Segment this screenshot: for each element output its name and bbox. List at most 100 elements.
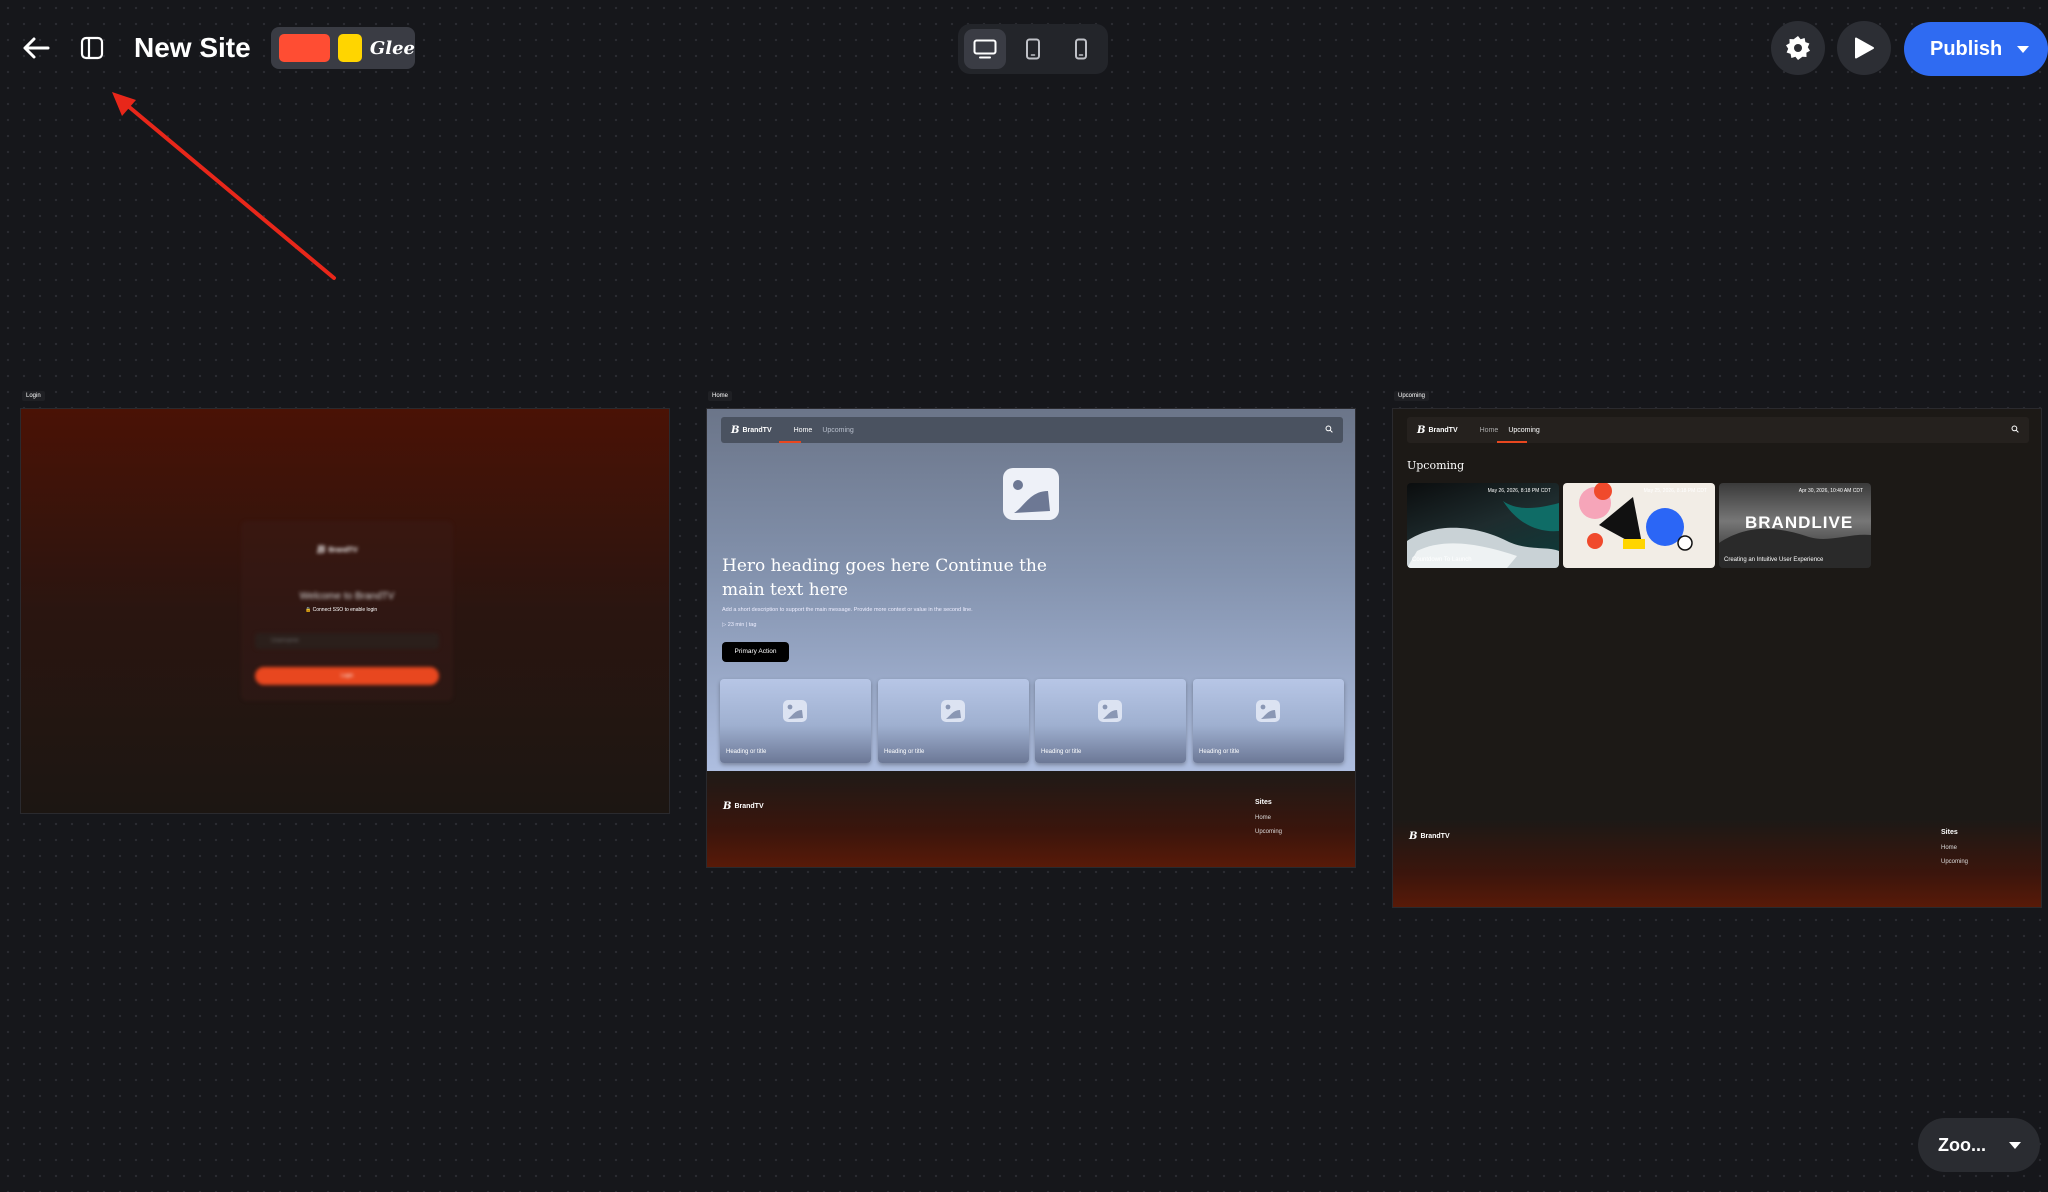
secondary-color-swatch bbox=[337, 34, 362, 62]
home-brand-logo[interactable]: B BrandTV bbox=[731, 425, 772, 436]
image-placeholder-icon bbox=[1256, 700, 1280, 722]
theme-picker[interactable]: Glee bbox=[271, 27, 415, 69]
home-page-frame[interactable]: B BrandTV Home Upcoming Hero heading goe… bbox=[706, 408, 1356, 868]
home-nav-active-underline bbox=[779, 441, 801, 443]
primary-color-swatch bbox=[279, 34, 330, 62]
home-nav-item-home[interactable]: Home bbox=[794, 427, 813, 434]
event-date: Apr 30, 2026, 10:40 AM CDT bbox=[1798, 488, 1863, 494]
login-welcome-text: Welcome to BrandTV bbox=[299, 591, 395, 602]
login-brand-text: BrandTV bbox=[328, 547, 358, 554]
home-footer: B BrandTV Sites Home Upcoming bbox=[707, 771, 1355, 867]
content-card[interactable]: Heading or title bbox=[720, 679, 871, 763]
zoom-dropdown[interactable]: Zoo... bbox=[1918, 1118, 2040, 1172]
chevron-down-icon[interactable] bbox=[2016, 45, 2030, 54]
back-button[interactable] bbox=[16, 28, 56, 68]
upcoming-nav-item-upcoming[interactable]: Upcoming bbox=[1508, 427, 1540, 434]
arrow-left-icon bbox=[23, 37, 50, 59]
home-brand-text: BrandTV bbox=[742, 426, 772, 434]
content-card[interactable]: Heading or title bbox=[1035, 679, 1186, 763]
preview-button[interactable] bbox=[1837, 21, 1891, 75]
device-preview-switch bbox=[958, 24, 1108, 74]
upcoming-footer: B BrandTV Sites Home Upcoming bbox=[1393, 819, 2041, 907]
publish-label: Publish bbox=[1930, 37, 2003, 60]
upcoming-nav-item-home[interactable]: Home bbox=[1480, 427, 1499, 434]
card-title: Heading or title bbox=[1199, 749, 1240, 755]
play-icon bbox=[1855, 37, 1874, 59]
card-title: Heading or title bbox=[884, 749, 925, 755]
brand-b-mark: B bbox=[731, 424, 740, 436]
event-title: Creating an Intuitive User Experience bbox=[1724, 557, 1824, 563]
mobile-view-button[interactable] bbox=[1060, 29, 1102, 69]
event-image-text: BRANDLIVE bbox=[1745, 513, 1854, 532]
theme-font-name: Glee bbox=[369, 37, 415, 59]
event-date: May 25, 2026, 8:18 PM CDT bbox=[1643, 488, 1707, 494]
footer-sites-heading: Sites bbox=[1941, 829, 1958, 836]
footer-link-home[interactable]: Home bbox=[1941, 845, 1957, 851]
content-card[interactable]: Heading or title bbox=[878, 679, 1029, 763]
site-title[interactable]: New Site bbox=[134, 32, 251, 64]
settings-button[interactable] bbox=[1771, 21, 1825, 75]
brand-b-mark: B bbox=[317, 545, 326, 556]
footer-brand-text: BrandTV bbox=[734, 803, 764, 810]
event-card[interactable]: May 26, 2026, 8:18 PM CDT Countdown To L… bbox=[1407, 483, 1559, 568]
upcoming-brand-text: BrandTV bbox=[1428, 426, 1458, 434]
footer-link-upcoming[interactable]: Upcoming bbox=[1941, 859, 1968, 865]
frame-label-login[interactable]: Login bbox=[22, 391, 45, 401]
hero-image-placeholder-icon bbox=[1003, 468, 1059, 520]
publish-button[interactable]: Publish bbox=[1904, 22, 2048, 76]
image-placeholder-icon bbox=[783, 700, 807, 722]
desktop-icon bbox=[973, 39, 997, 59]
home-nav-item-upcoming[interactable]: Upcoming bbox=[822, 427, 854, 434]
card-title: Heading or title bbox=[1041, 749, 1082, 755]
image-placeholder-icon bbox=[941, 700, 965, 722]
tablet-icon bbox=[1026, 38, 1040, 60]
footer-brand-text: BrandTV bbox=[1420, 833, 1450, 840]
footer-brand-logo[interactable]: B BrandTV bbox=[723, 801, 764, 812]
card-title: Heading or title bbox=[726, 749, 767, 755]
hero-heading: Hero heading goes here Continue the main… bbox=[722, 556, 1047, 600]
event-thumbnail bbox=[1579, 483, 1693, 551]
image-placeholder-icon bbox=[1098, 700, 1122, 722]
login-sso-note-text: Connect SSO to enable login bbox=[312, 607, 378, 613]
upcoming-nav-active-underline bbox=[1497, 441, 1527, 443]
frame-label-upcoming[interactable]: Upcoming bbox=[1394, 391, 1430, 401]
upcoming-page-frame[interactable]: B BrandTV Home Upcoming Upcoming May 26,… bbox=[1392, 408, 2042, 908]
event-card[interactable]: May 25, 2026, 8:18 PM CDT bbox=[1563, 483, 1715, 568]
event-card[interactable]: BRANDLIVE Apr 30, 2026, 10:40 AM CDT Cre… bbox=[1719, 483, 1871, 568]
chevron-down-icon bbox=[2009, 1141, 2021, 1149]
upcoming-heading: Upcoming bbox=[1407, 459, 1465, 472]
brand-b-mark: B bbox=[723, 801, 732, 812]
login-submit-button[interactable]: Login bbox=[255, 667, 439, 685]
login-sso-note: 🔒 Connect SSO to enable login bbox=[305, 607, 377, 613]
event-date: May 26, 2026, 8:18 PM CDT bbox=[1487, 488, 1551, 494]
brand-b-mark: B bbox=[1417, 424, 1426, 436]
footer-link-upcoming[interactable]: Upcoming bbox=[1255, 829, 1282, 835]
footer-brand-logo[interactable]: B BrandTV bbox=[1409, 831, 1450, 842]
gear-icon bbox=[1786, 36, 1810, 60]
home-nav-bar: B BrandTV Home Upcoming bbox=[721, 417, 1343, 443]
upcoming-nav-bar: B BrandTV Home Upcoming bbox=[1407, 417, 2029, 443]
login-username-input[interactable]: Username bbox=[255, 633, 439, 649]
search-icon[interactable] bbox=[1325, 425, 1333, 435]
content-card[interactable]: Heading or title bbox=[1193, 679, 1344, 763]
mobile-icon bbox=[1075, 38, 1087, 60]
primary-action-button[interactable]: Primary Action bbox=[722, 642, 789, 662]
hero-meta: ▷ 23 min | tag bbox=[722, 622, 756, 628]
footer-sites-heading: Sites bbox=[1255, 799, 1272, 806]
upcoming-brand-logo[interactable]: B BrandTV bbox=[1417, 425, 1458, 436]
lock-icon: 🔒 bbox=[305, 607, 312, 613]
event-title: Countdown To Launch bbox=[1412, 557, 1472, 563]
brand-b-mark: B bbox=[1409, 831, 1418, 842]
play-small-icon: ▷ bbox=[722, 622, 727, 628]
tablet-view-button[interactable] bbox=[1012, 29, 1054, 69]
zoom-label: Zoo... bbox=[1938, 1134, 1986, 1155]
login-page-frame[interactable]: B BrandTV Welcome to BrandTV 🔒 Connect S… bbox=[20, 408, 670, 814]
hero-description: Add a short description to support the m… bbox=[722, 607, 973, 613]
annotation-arrow bbox=[112, 92, 336, 280]
toggle-sidebar-button[interactable] bbox=[72, 28, 112, 68]
footer-link-home[interactable]: Home bbox=[1255, 815, 1271, 821]
desktop-view-button[interactable] bbox=[964, 29, 1006, 69]
frame-label-home[interactable]: Home bbox=[708, 391, 733, 401]
hero-meta-text: 23 min | tag bbox=[727, 622, 757, 628]
search-icon[interactable] bbox=[2011, 425, 2019, 435]
